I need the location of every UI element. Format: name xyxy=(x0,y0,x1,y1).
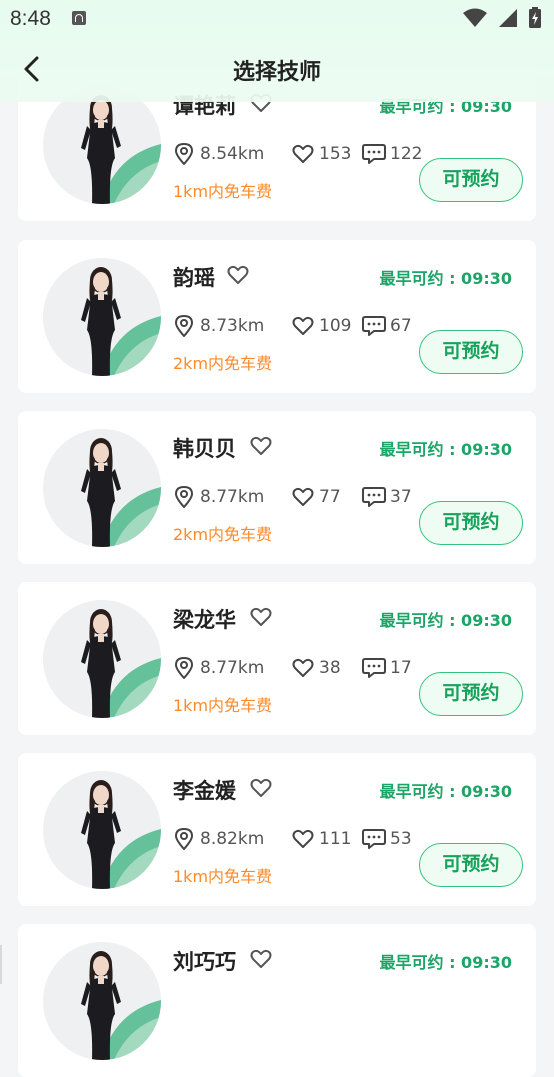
comments-count: 122 xyxy=(390,144,423,164)
comments-count: 37 xyxy=(390,487,412,507)
heart-icon xyxy=(292,658,314,677)
earliest-available-time: 最早可约 : 09:30 xyxy=(379,611,512,630)
avatar xyxy=(43,258,161,376)
avatar xyxy=(43,771,161,889)
heart-outline-icon xyxy=(250,949,272,968)
header: 8:48 选择技师 xyxy=(0,0,554,102)
heart-outline-icon xyxy=(250,436,272,455)
avatar xyxy=(43,86,161,204)
earliest-available-time: 最早可约 : 09:30 xyxy=(379,953,512,972)
technician-name: 韵瑶 xyxy=(173,266,215,290)
book-button[interactable]: 可预约 xyxy=(419,158,523,202)
signal-icon xyxy=(499,9,517,27)
technician-name: 李金媛 xyxy=(173,779,236,803)
free-travel-fee-note: 2km内免车费 xyxy=(173,354,273,373)
technician-name: 梁龙华 xyxy=(173,608,236,632)
heart-outline-icon xyxy=(250,778,272,797)
comment-icon xyxy=(362,658,386,678)
likes-count: 111 xyxy=(319,829,352,849)
comment-icon xyxy=(362,829,386,849)
heart-outline-icon xyxy=(250,607,272,626)
free-travel-fee-note: 1km内免车费 xyxy=(173,867,273,886)
heart-icon xyxy=(292,144,314,163)
avatar xyxy=(43,942,161,1060)
likes-count: 77 xyxy=(319,487,341,507)
location-pin-icon xyxy=(174,828,194,850)
technician-card[interactable]: 梁龙华 最早可约 : 09:30 8.77km 38 17 1km内免车费 可预… xyxy=(18,582,536,735)
battery-icon xyxy=(529,7,541,28)
comment-icon xyxy=(362,316,386,336)
earliest-available-time: 最早可约 : 09:30 xyxy=(379,782,512,801)
location-pin-icon xyxy=(174,657,194,679)
technician-name: 韩贝贝 xyxy=(173,437,236,461)
book-button[interactable]: 可预约 xyxy=(419,843,523,887)
book-button[interactable]: 可预约 xyxy=(419,330,523,374)
book-button[interactable]: 可预约 xyxy=(419,672,523,716)
earliest-available-time: 最早可约 : 09:30 xyxy=(379,269,512,288)
heart-outline-icon xyxy=(227,265,249,284)
technician-card[interactable]: 韩贝贝 最早可约 : 09:30 8.77km 77 37 2km内免车费 可预… xyxy=(18,411,536,564)
comment-icon xyxy=(362,144,386,164)
page-title: 选择技师 xyxy=(232,60,321,85)
technician-photo xyxy=(43,600,161,718)
status-time: 8:48 xyxy=(10,7,51,30)
technician-photo xyxy=(43,771,161,889)
comments-count: 67 xyxy=(390,316,412,336)
free-travel-fee-note: 1km内免车费 xyxy=(173,182,273,201)
distance-value: 8.82km xyxy=(200,829,265,849)
distance-value: 8.54km xyxy=(200,144,265,164)
favorite-heart-icon[interactable] xyxy=(250,607,272,627)
technician-card[interactable]: 韵瑶 最早可约 : 09:30 8.73km 109 67 2km内免车费 可预… xyxy=(18,240,536,393)
heart-icon xyxy=(292,829,314,848)
avatar xyxy=(43,429,161,547)
likes-count: 38 xyxy=(319,658,341,678)
avatar xyxy=(43,600,161,718)
technician-card[interactable]: 李金媛 最早可约 : 09:30 8.82km 111 53 1km内免车费 可… xyxy=(18,753,536,906)
status-bar: 8:48 xyxy=(0,0,554,36)
technician-photo xyxy=(43,942,161,1060)
distance-value: 8.77km xyxy=(200,658,265,678)
distance-value: 8.73km xyxy=(200,316,265,336)
likes-count: 109 xyxy=(319,316,352,336)
notification-a-icon xyxy=(72,11,86,25)
location-pin-icon xyxy=(174,315,194,337)
wifi-icon xyxy=(463,8,487,27)
scroll-edge xyxy=(0,945,2,984)
favorite-heart-icon[interactable] xyxy=(250,436,272,456)
comments-count: 53 xyxy=(390,829,412,849)
favorite-heart-icon[interactable] xyxy=(227,265,249,285)
favorite-heart-icon[interactable] xyxy=(250,778,272,798)
favorite-heart-icon[interactable] xyxy=(250,949,272,969)
free-travel-fee-note: 2km内免车费 xyxy=(173,525,273,544)
comment-icon xyxy=(362,487,386,507)
book-button[interactable]: 可预约 xyxy=(419,501,523,545)
comments-count: 17 xyxy=(390,658,412,678)
location-pin-icon xyxy=(174,486,194,508)
technician-photo xyxy=(43,258,161,376)
technician-photo xyxy=(43,86,161,204)
heart-icon xyxy=(292,487,314,506)
distance-value: 8.77km xyxy=(200,487,265,507)
technician-photo xyxy=(43,429,161,547)
technician-name: 刘巧巧 xyxy=(173,950,236,974)
technician-card[interactable]: 刘巧巧 最早可约 : 09:30 xyxy=(18,924,536,1077)
free-travel-fee-note: 1km内免车费 xyxy=(173,696,273,715)
heart-icon xyxy=(292,316,314,335)
location-pin-icon xyxy=(174,143,194,165)
likes-count: 153 xyxy=(319,144,352,164)
earliest-available-time: 最早可约 : 09:30 xyxy=(379,440,512,459)
